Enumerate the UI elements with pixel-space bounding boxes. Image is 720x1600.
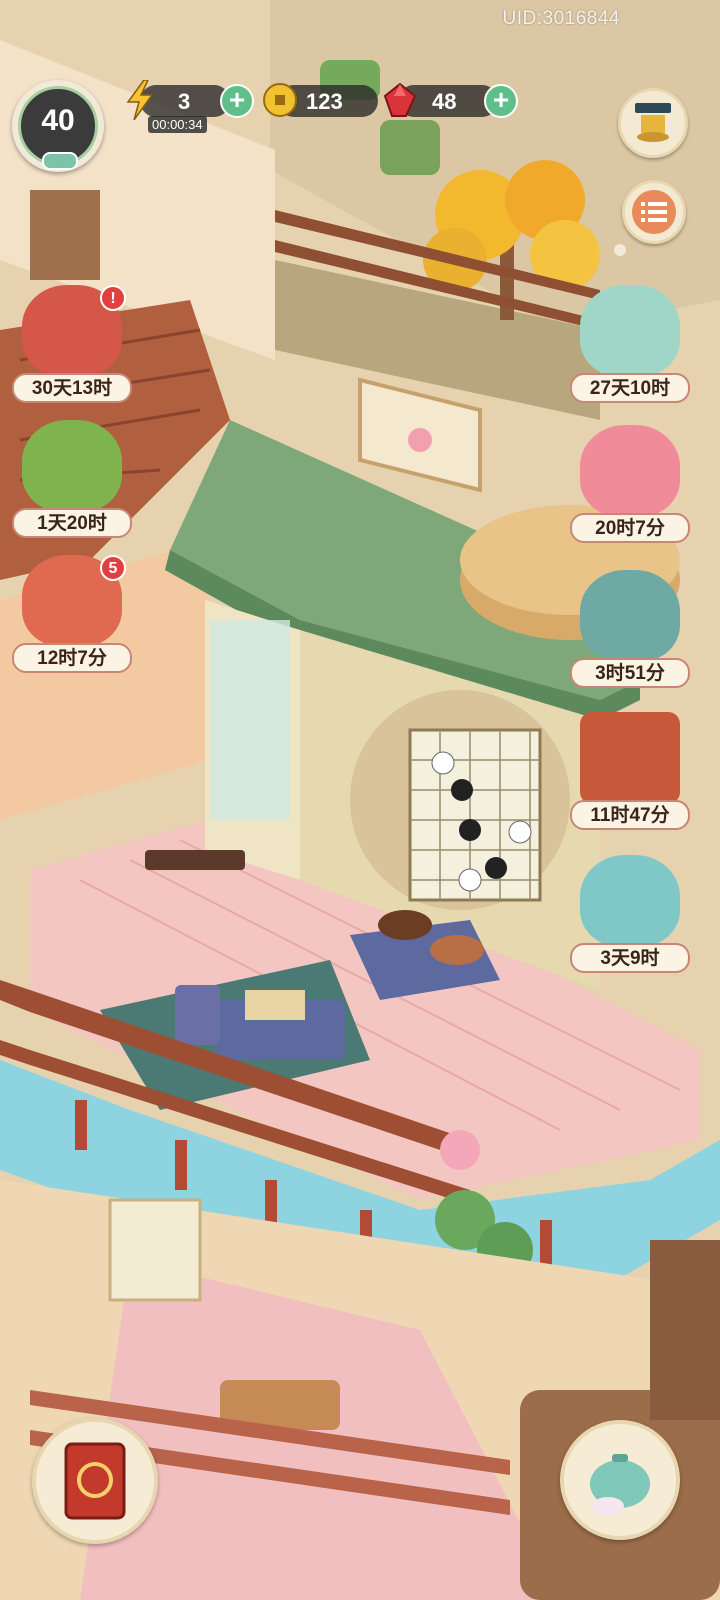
event-timer-label: 27天10时 [570, 373, 690, 403]
event-timer-label: 11时47分 [570, 800, 690, 830]
user-id-label: UID:3016844 [502, 8, 620, 29]
menu-list-button[interactable] [622, 180, 686, 244]
energy-value: 3 [178, 89, 191, 114]
gems-value: 48 [432, 89, 457, 114]
event-timer-label: 12时7分 [12, 643, 132, 673]
event-timer-label: 20时7分 [570, 513, 690, 543]
list-icon [632, 190, 676, 234]
event-timer-label: 1天20时 [12, 508, 132, 538]
event-vegetables[interactable]: 1天20时 [12, 420, 132, 540]
event-gift-box[interactable]: 3天9时 [570, 855, 690, 975]
vegetables-icon [22, 420, 122, 512]
one-plus-one-icon [580, 712, 680, 804]
event-scroll-book[interactable]: ! 30天13时 [12, 285, 132, 405]
coins-value: 123 [306, 89, 343, 114]
red-gem-icon [383, 82, 417, 117]
event-cat-bath[interactable]: 27天10时 [570, 285, 690, 405]
event-timer-label: 3时51分 [570, 658, 690, 688]
alert-badge: ! [100, 285, 126, 311]
event-timer-label: 3天9时 [570, 943, 690, 973]
jade-box-icon [580, 570, 680, 662]
treasure-shop-button[interactable] [618, 88, 688, 158]
red-book-icon [64, 1442, 126, 1520]
add-energy-button[interactable]: + [220, 84, 254, 118]
cat-portrait-icon [580, 425, 680, 517]
event-timer-label: 30天13时 [12, 373, 132, 403]
event-paint-palette[interactable]: 5 12时7分 [12, 555, 132, 675]
leaf-icon [42, 152, 78, 170]
teapot-icon [590, 1454, 650, 1515]
count-badge: 5 [100, 555, 126, 581]
event-jade-box[interactable]: 3时51分 [570, 570, 690, 690]
add-gems-button[interactable]: + [484, 84, 518, 118]
recipe-book-button[interactable] [32, 1418, 158, 1544]
level-number: 40 [41, 104, 75, 137]
shrine-icon [635, 103, 671, 142]
cat-bath-icon [580, 285, 680, 377]
teapot-button[interactable] [560, 1420, 680, 1540]
lightning-icon [126, 80, 154, 120]
event-one-plus-one[interactable]: 11时47分 [570, 712, 690, 832]
player-level-badge[interactable]: 40 [12, 80, 104, 172]
coin-icon [263, 83, 297, 117]
energy-timer: 00:00:34 [148, 116, 207, 133]
gift-box-icon [580, 855, 680, 947]
event-cat-portrait[interactable]: 20时7分 [570, 425, 690, 545]
